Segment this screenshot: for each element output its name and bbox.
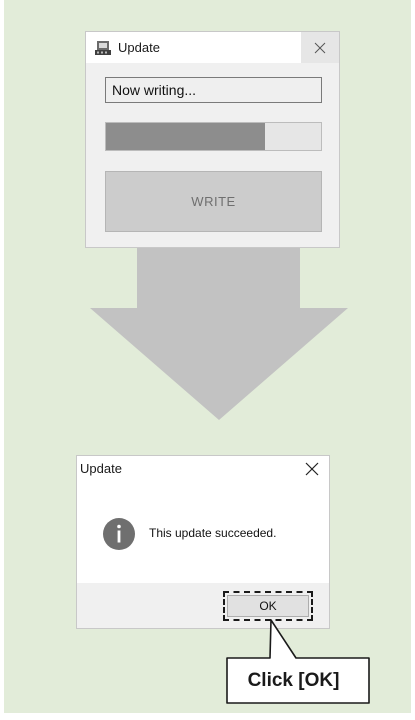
title-bar: Update <box>86 32 339 63</box>
window-title: Update <box>118 40 160 55</box>
update-writing-window: Update Now writing... WRITE <box>85 31 340 248</box>
write-button[interactable]: WRITE <box>105 171 322 232</box>
device-icon <box>95 41 111 55</box>
dialog-footer: OK <box>77 583 329 628</box>
close-icon <box>314 42 326 53</box>
dialog-title: Update <box>80 461 122 476</box>
close-icon[interactable] <box>305 462 319 476</box>
progress-fill <box>106 123 266 150</box>
callout-text: Click [OK] <box>247 670 340 691</box>
info-icon <box>103 518 135 550</box>
down-arrow-icon <box>90 248 348 420</box>
dialog-message: This update succeeded. <box>149 526 277 540</box>
progress-bar <box>105 122 322 151</box>
update-success-dialog: Update This update succeeded. OK <box>76 455 330 629</box>
close-button[interactable] <box>301 32 339 63</box>
status-field: Now writing... <box>105 77 322 103</box>
ok-button[interactable]: OK <box>227 595 309 617</box>
